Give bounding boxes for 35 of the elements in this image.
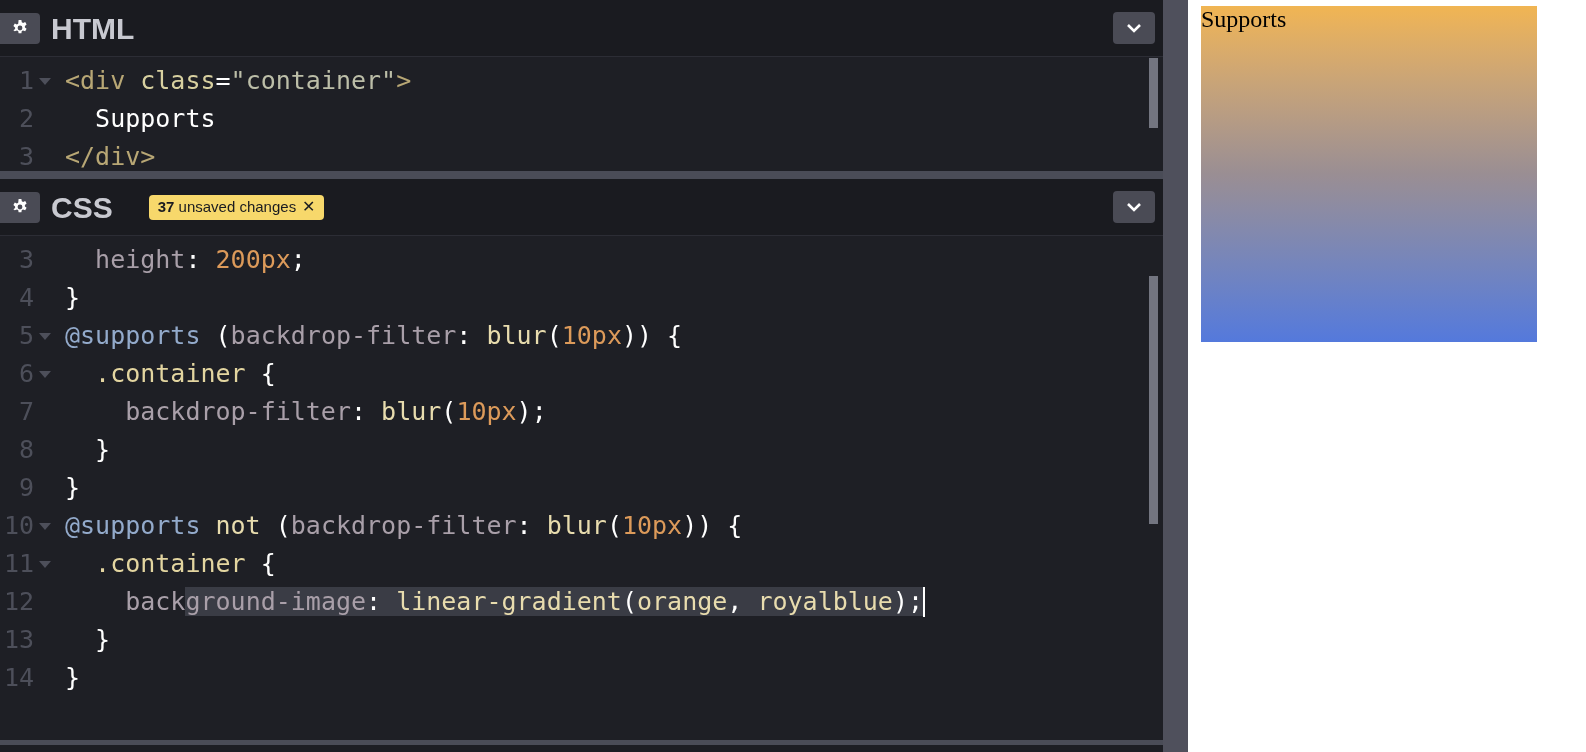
code-line: } xyxy=(65,663,81,693)
code-line: <div class="container"> xyxy=(65,66,412,96)
collapse-button[interactable] xyxy=(1113,12,1155,44)
settings-button[interactable] xyxy=(0,191,40,223)
code-line: height: 200px; xyxy=(94,245,306,275)
code-line: } xyxy=(94,435,111,465)
fold-arrow-icon[interactable] xyxy=(39,77,51,85)
preview-text: Supports xyxy=(1201,6,1287,32)
scrollbar-thumb[interactable] xyxy=(1149,58,1158,128)
fold-arrow-icon[interactable] xyxy=(39,332,51,340)
editor-title: HTML xyxy=(51,10,135,47)
chevron-down-icon xyxy=(1126,23,1142,33)
code-line: backdrop-filter: blur(10px); xyxy=(124,397,547,427)
chevron-down-icon xyxy=(1126,202,1142,212)
code-line: Supports xyxy=(94,104,216,134)
collapse-button[interactable] xyxy=(1113,191,1155,223)
dismiss-button[interactable]: ✕ xyxy=(302,199,316,215)
fold-arrow-icon[interactable] xyxy=(39,370,51,378)
code-line: .container { xyxy=(94,549,276,579)
code-line: } xyxy=(65,473,81,503)
editor-title: CSS xyxy=(51,189,113,226)
code-line: @supports (backdrop-filter: blur(10px)) { xyxy=(65,321,683,351)
fold-arrow-icon[interactable] xyxy=(39,522,51,530)
code-line: background-image: linear-gradient(orange, royalblue); xyxy=(124,587,923,617)
fold-arrow-icon[interactable] xyxy=(39,560,51,568)
settings-icon xyxy=(12,199,28,215)
code-line: } xyxy=(94,625,111,655)
code-line: .container { xyxy=(94,359,276,389)
scrollbar-thumb[interactable] xyxy=(1149,276,1158,524)
settings-button[interactable] xyxy=(0,12,40,44)
unsaved-count: 37 unsaved changes xyxy=(157,196,297,217)
code-line: } xyxy=(65,283,81,313)
code-line: </div> xyxy=(65,142,156,171)
code-line: @supports not (backdrop-filter: blur(10px)) { xyxy=(65,511,743,541)
settings-icon xyxy=(12,20,28,36)
